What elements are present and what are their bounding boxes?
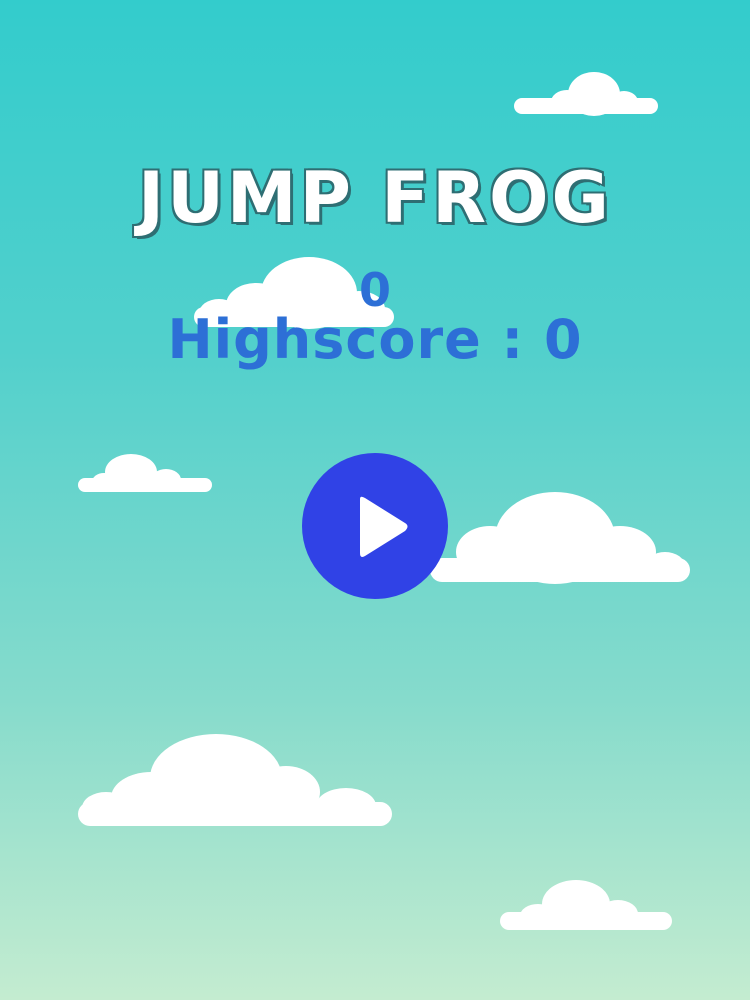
- highscore-label: Highscore : 0: [167, 308, 583, 371]
- play-button[interactable]: [302, 453, 448, 599]
- cloud: [78, 734, 392, 826]
- cloud: [514, 72, 658, 116]
- cloud: [430, 492, 690, 584]
- play-icon: [360, 496, 408, 557]
- cloud: [500, 880, 672, 930]
- game-screen: JUMP FROG 0 Highscore : 0: [0, 0, 750, 1000]
- cloud: [78, 454, 212, 492]
- game-title: JUMP FROG: [137, 157, 612, 240]
